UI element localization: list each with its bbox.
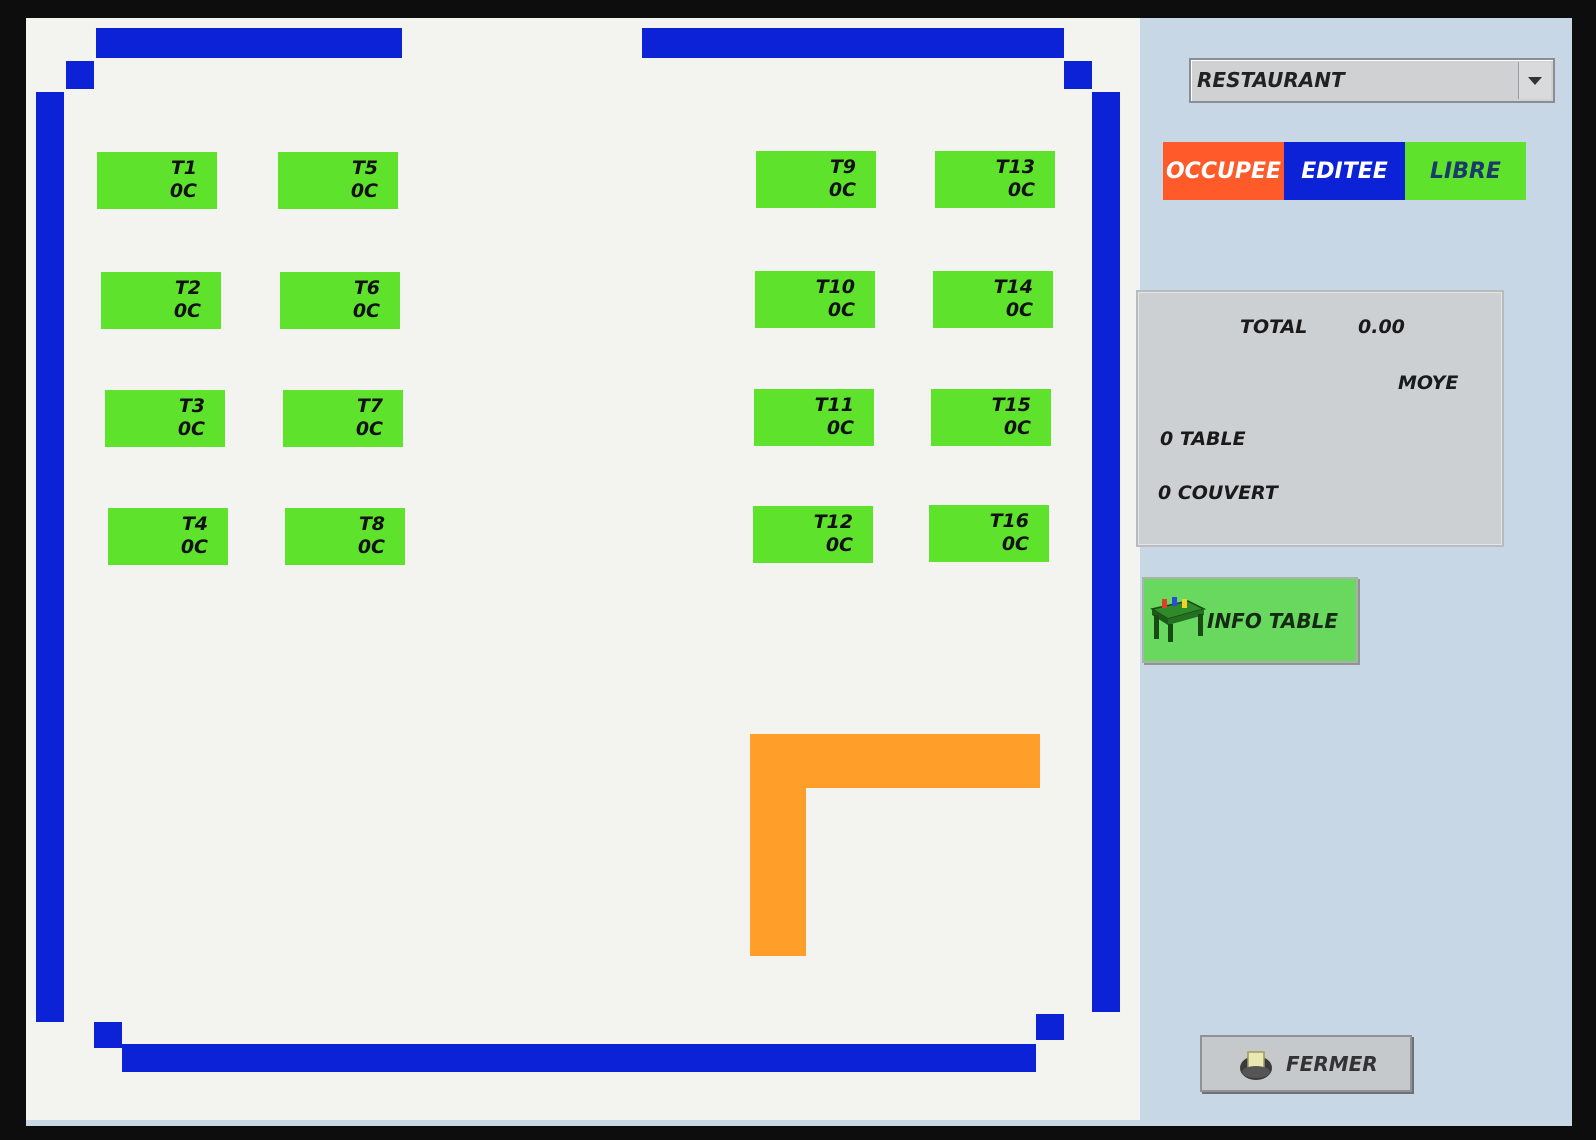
legend-free-label: LIBRE (1430, 158, 1501, 184)
table-T6[interactable]: T6 0C (280, 272, 400, 329)
table-T7[interactable]: T7 0C (283, 390, 403, 447)
close-button-label: FERMER (1286, 1052, 1378, 1076)
table-T4[interactable]: T4 0C (108, 508, 228, 565)
table-name: T16 (989, 510, 1029, 532)
table-name: T9 (829, 156, 856, 178)
table-T12[interactable]: T12 0C (753, 506, 873, 563)
cover-count: 0 COUVERT (1158, 482, 1278, 504)
table-name: T4 (181, 513, 208, 535)
exit-icon (1238, 1048, 1274, 1086)
table-name: T7 (356, 395, 383, 417)
table-T8[interactable]: T8 0C (285, 508, 405, 565)
table-status: 0C (826, 417, 854, 439)
table-T9[interactable]: T9 0C (756, 151, 876, 208)
wall-corner-bottom-right (1036, 1014, 1064, 1040)
wall-top-right (642, 28, 1064, 58)
bar-counter-top (750, 734, 1040, 788)
room-select-value: RESTAURANT (1197, 68, 1345, 92)
table-status: 0C (1003, 417, 1031, 439)
bar-counter-side (750, 788, 806, 956)
table-name: T13 (995, 156, 1035, 178)
legend-free: LIBRE (1405, 142, 1526, 200)
wall-bottom (122, 1044, 1036, 1072)
table-T11[interactable]: T11 0C (754, 389, 874, 446)
table-status: 0C (828, 179, 856, 201)
legend-edited: EDITEE (1284, 142, 1405, 200)
application-screen: T1 0C T2 0C T3 0C T4 0C T5 0C T6 0C T7 0… (26, 18, 1572, 1126)
wall-top-left (96, 28, 402, 58)
info-table-label: INFO TABLE (1207, 609, 1339, 633)
table-status: 0C (169, 180, 197, 202)
table-T13[interactable]: T13 0C (935, 151, 1055, 208)
chevron-down-icon[interactable] (1518, 62, 1551, 99)
stats-panel: TOTAL 0.00 MOYE 0 TABLE 0 COUVERT (1136, 290, 1504, 547)
table-status: 0C (1005, 299, 1033, 321)
table-T10[interactable]: T10 0C (755, 271, 875, 328)
total-label: TOTAL (1240, 316, 1308, 338)
table-T2[interactable]: T2 0C (101, 272, 221, 329)
table-T16[interactable]: T16 0C (929, 505, 1049, 562)
table-name: T8 (358, 513, 385, 535)
wall-corner-bottom-left (94, 1022, 122, 1048)
table-name: T14 (993, 276, 1033, 298)
table-status: 0C (1001, 533, 1029, 555)
table-T3[interactable]: T3 0C (105, 390, 225, 447)
legend-occupied-label: OCCUPEE (1165, 158, 1282, 184)
table-T5[interactable]: T5 0C (278, 152, 398, 209)
table-name: T11 (814, 394, 854, 416)
table-status: 0C (825, 534, 853, 556)
table-T14[interactable]: T14 0C (933, 271, 1053, 328)
table-status: 0C (180, 536, 208, 558)
total-value: 0.00 (1358, 316, 1405, 338)
close-button[interactable]: FERMER (1200, 1035, 1412, 1092)
table-name: T3 (178, 395, 205, 417)
table-T1[interactable]: T1 0C (97, 152, 217, 209)
table-name: T1 (170, 157, 197, 179)
table-status: 0C (350, 180, 378, 202)
table-status: 0C (827, 299, 855, 321)
table-name: T15 (991, 394, 1031, 416)
table-status: 0C (357, 536, 385, 558)
table-status: 0C (173, 300, 201, 322)
table-T15[interactable]: T15 0C (931, 389, 1051, 446)
table-name: T5 (351, 157, 378, 179)
table-status: 0C (352, 300, 380, 322)
table-name: T2 (174, 277, 201, 299)
wall-corner-top-right (1064, 61, 1092, 89)
wall-right (1092, 92, 1120, 1012)
table-name: T10 (815, 276, 855, 298)
table-status: 0C (177, 418, 205, 440)
floor-plan: T1 0C T2 0C T3 0C T4 0C T5 0C T6 0C T7 0… (26, 18, 1140, 1120)
table-status: 0C (1007, 179, 1035, 201)
wall-corner-top-left (66, 61, 94, 89)
table-count: 0 TABLE (1160, 428, 1246, 450)
table-status: 0C (355, 418, 383, 440)
legend-edited-label: EDITEE (1301, 158, 1388, 184)
table-icon (1148, 593, 1207, 647)
table-name: T12 (813, 511, 853, 533)
legend-occupied: OCCUPEE (1163, 142, 1284, 200)
table-name: T6 (353, 277, 380, 299)
average-label: MOYE (1398, 372, 1459, 394)
info-table-button[interactable]: INFO TABLE (1142, 577, 1358, 663)
room-select[interactable]: RESTAURANT (1189, 58, 1555, 103)
wall-left (36, 92, 64, 1022)
